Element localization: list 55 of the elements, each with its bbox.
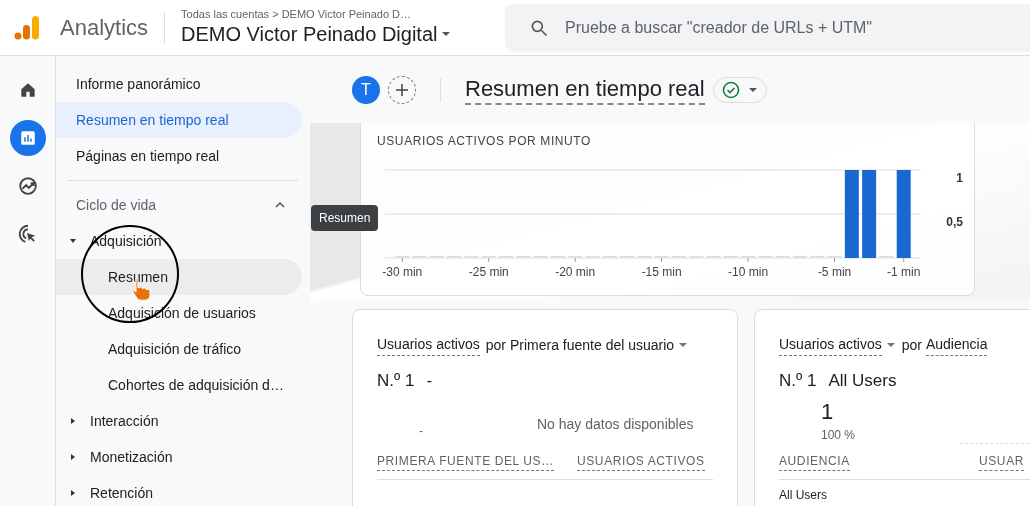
by-label: por — [901, 335, 922, 355]
nav-group[interactable]: Retención — [90, 482, 154, 504]
x-axis-label: -1 min — [887, 265, 921, 279]
column-header[interactable]: PRIMERA FUENTE DEL US… — [377, 451, 554, 471]
bar[interactable] — [844, 170, 859, 258]
breadcrumb[interactable]: Todas las cuentas > DEMO Victor Peinado D… — [181, 8, 452, 22]
metric-selector[interactable]: Usuarios activos — [779, 334, 882, 356]
nav-item[interactable]: Adquisición de tráfico — [56, 331, 302, 367]
nav-section[interactable]: Ciclo de vida — [56, 187, 310, 223]
avatar[interactable]: T — [352, 75, 380, 104]
top-item-share: 100 % — [821, 426, 857, 444]
rank-label: N.º 1 — [377, 370, 415, 392]
property-selector[interactable]: DEMO Victor Peinado Digital — [181, 21, 452, 47]
x-axis-label: -5 min — [817, 265, 852, 279]
x-axis-label: -15 min — [641, 265, 682, 279]
nav-item[interactable]: Cohortes de adquisición d… — [56, 367, 302, 403]
bar[interactable] — [896, 170, 911, 258]
by-label: por — [485, 335, 506, 355]
search-field[interactable]: Pruebe a buscar "creador de URLs + UTM" — [565, 15, 1005, 40]
nav-item[interactable]: Resumen — [56, 259, 302, 295]
rank-label: N.º 1 — [779, 370, 817, 392]
x-axis-label: -20 min — [555, 265, 596, 279]
column-header[interactable]: USUARIOS ACTIVOS — [577, 451, 705, 471]
y-axis-label: 1 — [956, 171, 963, 185]
top-item-name: - — [426, 370, 433, 392]
top-item-name: All Users — [828, 370, 897, 392]
column-header[interactable]: USUAR — [979, 451, 1024, 471]
x-axis-label: -30 min — [382, 265, 423, 279]
top-item-value: 1 — [821, 397, 835, 426]
bar[interactable] — [862, 170, 877, 258]
x-axis-label: -25 min — [468, 265, 509, 279]
plus-icon — [395, 82, 409, 97]
tooltip: Resumen — [311, 205, 379, 231]
empty-message: No hay datos disponibles — [537, 414, 694, 434]
column-header[interactable]: AUDIENCIA — [779, 451, 850, 471]
table-cell-text: All Users — [779, 486, 828, 504]
x-axis-label: -10 min — [728, 265, 769, 279]
dimension-selector[interactable]: Audiencia — [925, 334, 988, 356]
search-bar[interactable]: Pruebe a buscar "creador de URLs + UTM" — [505, 3, 1030, 52]
nav-item[interactable]: Páginas en tiempo real — [56, 138, 302, 174]
nav-item[interactable]: Informe panorámico — [56, 66, 302, 102]
metric-selector[interactable]: Usuarios activos — [377, 334, 480, 356]
bar-chart-icon — [18, 129, 37, 147]
analytics-logo — [14, 14, 40, 41]
dimension-selector[interactable]: Primera fuente del usuario — [509, 334, 675, 356]
chart-title: USUARIOS ACTIVOS POR MINUTO — [377, 133, 592, 150]
nav-item[interactable]: Resumen en tiempo real — [56, 102, 302, 138]
nav-group[interactable]: Interacción — [90, 410, 159, 432]
y-axis-label: 0,5 — [946, 215, 963, 229]
product-name: Analytics — [60, 14, 149, 42]
empty-value: - — [419, 422, 424, 440]
page-title: Resumen en tiempo real — [465, 74, 705, 105]
nav-group[interactable]: Monetización — [90, 446, 173, 468]
trend-chart-icon — [16, 175, 39, 197]
rail-button[interactable] — [9, 120, 46, 156]
